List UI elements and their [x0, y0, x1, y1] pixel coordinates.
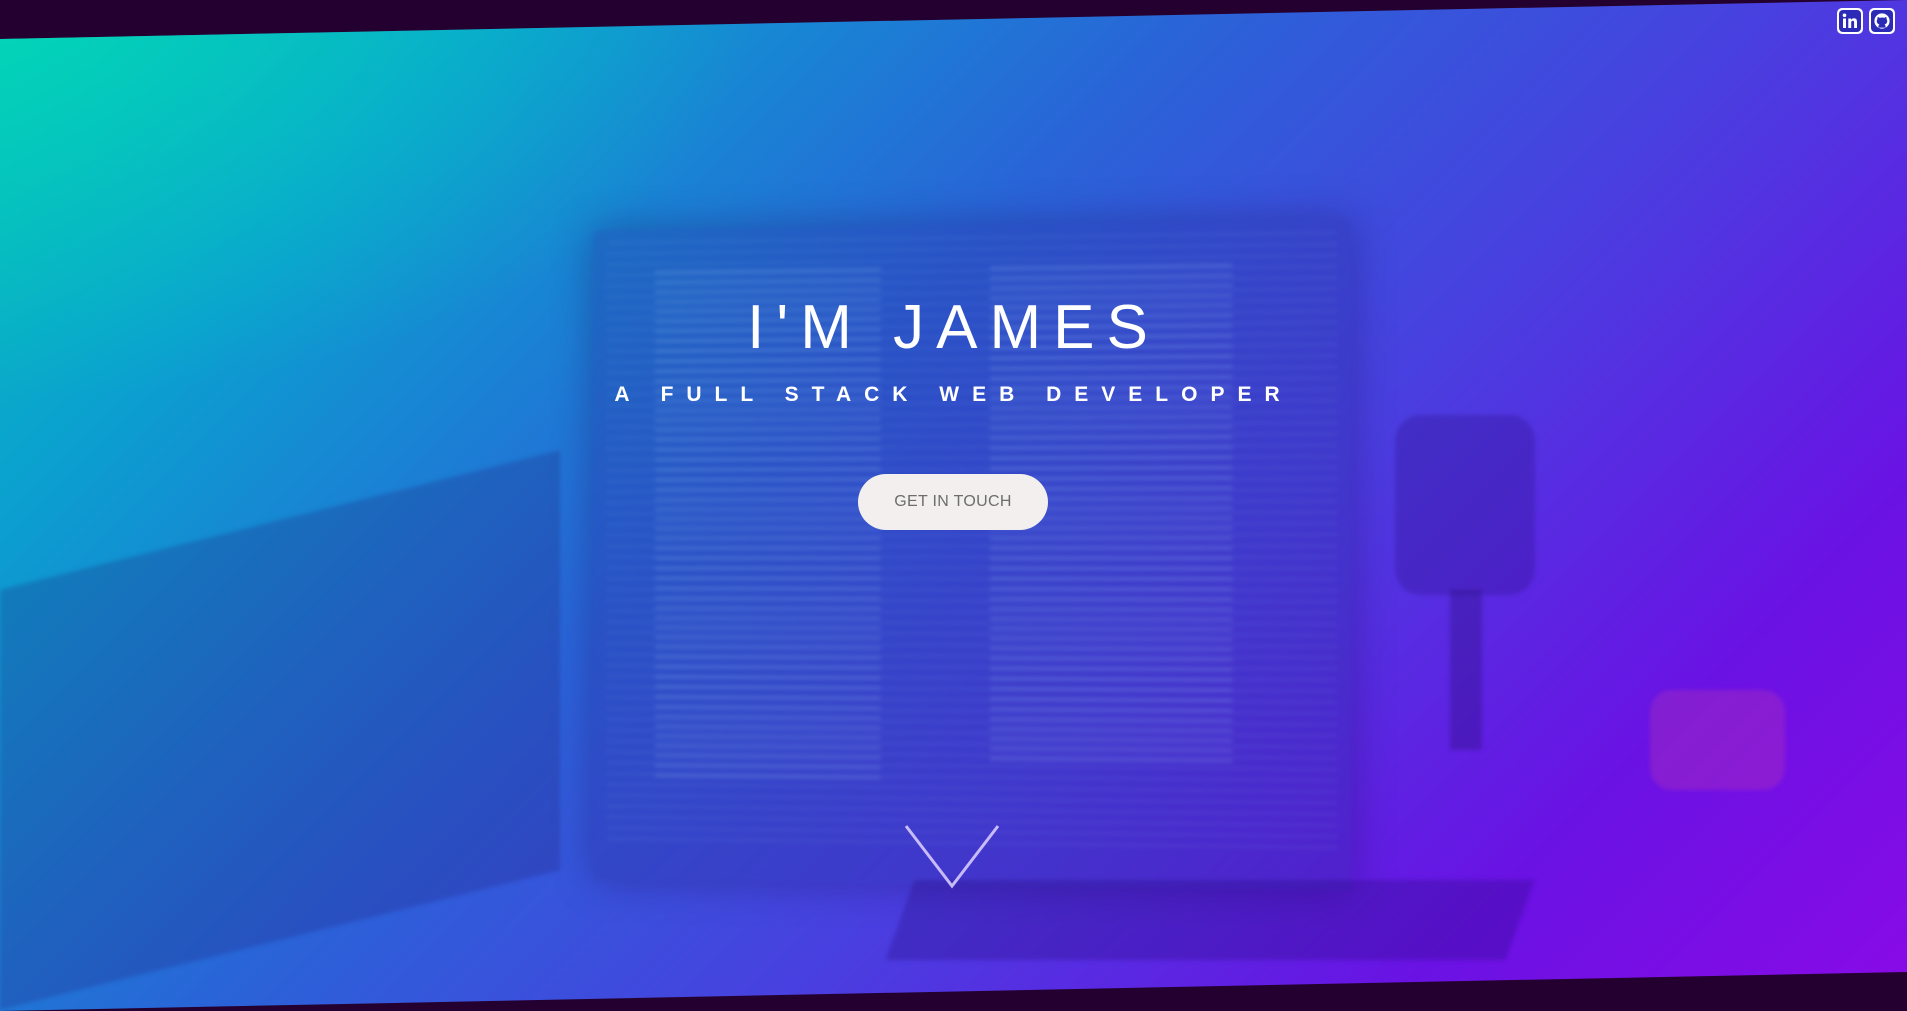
get-in-touch-button[interactable]: GET IN TOUCH — [858, 474, 1048, 530]
linkedin-link[interactable] — [1837, 8, 1863, 34]
hero-section: I'M JAMES A FULL STACK WEB DEVELOPER GET… — [0, 0, 1907, 1011]
page: I'M JAMES A FULL STACK WEB DEVELOPER GET… — [0, 0, 1907, 1011]
github-link[interactable] — [1869, 8, 1895, 34]
background-microphone — [1395, 415, 1535, 595]
linkedin-icon — [1839, 10, 1861, 32]
background-keyboard — [885, 880, 1535, 960]
hero-subtitle: A FULL STACK WEB DEVELOPER — [614, 383, 1293, 406]
background-microphone-stand — [1450, 590, 1482, 750]
social-links — [1837, 8, 1895, 34]
background-box — [0, 450, 560, 1010]
hero-title: I'M JAMES — [747, 293, 1160, 362]
background-jar — [1650, 690, 1785, 790]
chevron-down-icon[interactable] — [904, 824, 1000, 890]
github-icon — [1871, 10, 1893, 32]
